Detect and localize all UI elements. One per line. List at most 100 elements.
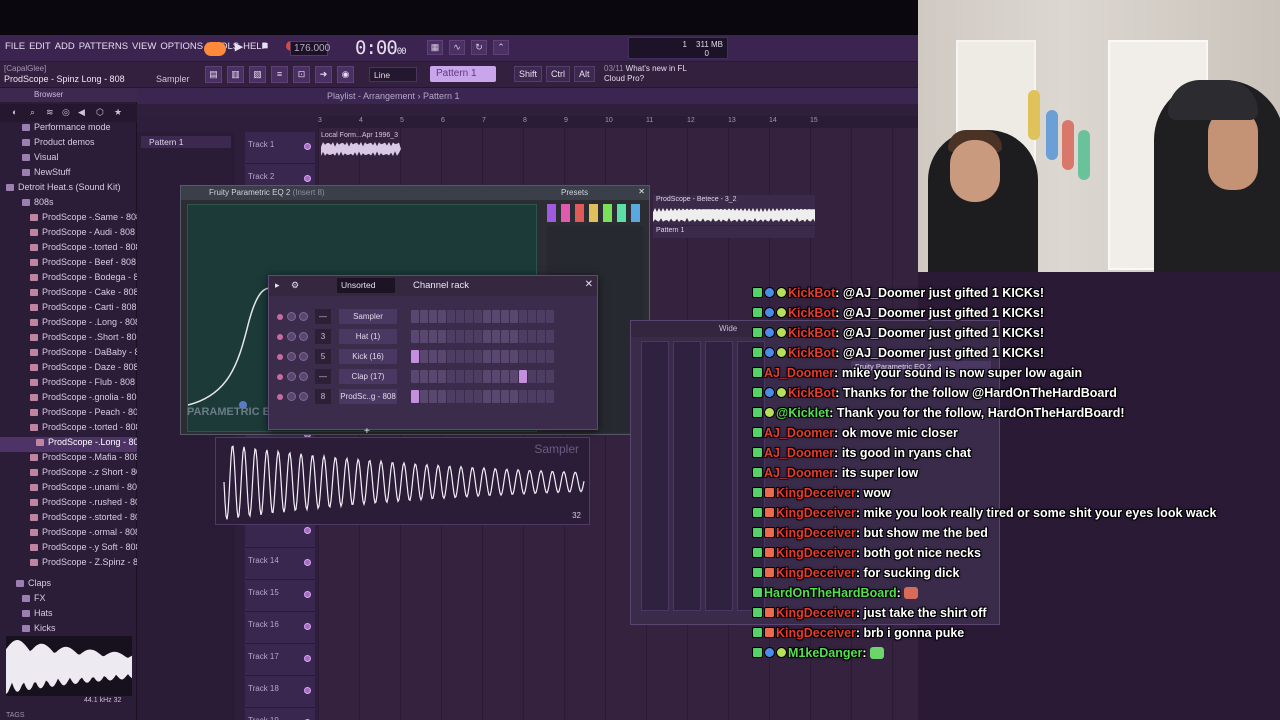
pan-knob[interactable] — [287, 332, 296, 341]
browser-file-item[interactable]: ProdScope -.storted - 808 — [0, 512, 137, 527]
chat-username[interactable]: KickBot — [788, 306, 835, 320]
step-button[interactable] — [438, 370, 446, 383]
channel-rack-icon[interactable]: ▧ — [249, 66, 266, 83]
step-button[interactable] — [465, 310, 473, 323]
step-button[interactable] — [501, 390, 509, 403]
track-header[interactable]: Track 18 — [245, 676, 315, 708]
volume-knob[interactable] — [299, 392, 308, 401]
eq-band-selector[interactable] — [589, 204, 598, 222]
browser-file-item[interactable]: ProdScope -.Same - 808 — [0, 212, 137, 227]
eq-band-selector[interactable] — [603, 204, 612, 222]
chat-username[interactable]: KickBot — [788, 386, 835, 400]
track-enable-dot[interactable] — [304, 527, 311, 534]
chat-username[interactable]: AJ_Doomer — [764, 426, 834, 440]
browser-folder-item[interactable]: Claps — [0, 578, 137, 593]
song-mode-toggle[interactable] — [204, 42, 226, 56]
track-enable-dot[interactable] — [304, 655, 311, 662]
menu-patterns[interactable]: PATTERNS — [79, 41, 128, 52]
track-header[interactable]: Track 16 — [245, 612, 315, 644]
step-button[interactable] — [429, 330, 437, 343]
track-enable-dot[interactable] — [304, 687, 311, 694]
step-button[interactable] — [501, 350, 509, 363]
stop-icon[interactable]: ■ — [258, 39, 272, 53]
step-button[interactable] — [456, 390, 464, 403]
volume-knob[interactable] — [299, 312, 308, 321]
mic-icon[interactable]: ◉ — [337, 66, 354, 83]
chat-username[interactable]: M1keDanger — [788, 646, 862, 660]
browser-file-item[interactable]: ProdScope -.Long - 808 — [0, 437, 137, 452]
chat-username[interactable]: HardOnTheHardBoard — [764, 586, 897, 600]
step-button[interactable] — [483, 390, 491, 403]
browser-file-item[interactable]: ProdScope -.torted - 808 — [0, 422, 137, 437]
browser-file-item[interactable]: ProdScope - Cake - 808 — [0, 287, 137, 302]
track-enable-dot[interactable] — [304, 559, 311, 566]
step-button[interactable] — [519, 350, 527, 363]
step-button[interactable] — [420, 350, 428, 363]
channel-name-button[interactable]: ProdSc..g - 808 — [339, 389, 397, 404]
step-button[interactable] — [528, 370, 536, 383]
clip-sample[interactable]: ProdScope - Betece - 3_2 — [653, 195, 815, 225]
step-button[interactable] — [519, 310, 527, 323]
browser-file-item[interactable]: ProdScope - .Long - 808 — [0, 317, 137, 332]
menu-view[interactable]: VIEW — [132, 41, 156, 52]
step-button[interactable] — [447, 350, 455, 363]
eq-band-selector[interactable] — [631, 204, 640, 222]
channel-name-button[interactable]: Hat (1) — [339, 329, 397, 344]
step-edit-icon[interactable]: ⌃ — [493, 40, 509, 55]
channel-name-button[interactable]: Kick (16) — [339, 349, 397, 364]
browser-file-item[interactable]: ProdScope - DaBaby - 808 — [0, 347, 137, 362]
channel-row[interactable]: — Sampler — [275, 308, 595, 326]
step-button[interactable] — [501, 370, 509, 383]
menu-file[interactable]: FILE — [5, 41, 25, 52]
browser-file-item[interactable]: ProdScope -.y Soft - 808 — [0, 542, 137, 557]
channel-mute-led[interactable] — [277, 334, 283, 340]
piano-roll-icon[interactable]: ▥ — [227, 66, 244, 83]
play-icon[interactable]: ▶ — [232, 39, 246, 53]
browser-file-item[interactable]: ProdScope - Flub - 808 — [0, 377, 137, 392]
step-button[interactable] — [411, 350, 419, 363]
step-button[interactable] — [546, 370, 554, 383]
chat-username[interactable]: KickBot — [788, 286, 835, 300]
mixer-strip-1[interactable] — [673, 341, 701, 611]
browser-file-item[interactable]: ProdScope -.z Short - 808 — [0, 467, 137, 482]
pattern-selector[interactable]: Pattern 1 — [430, 66, 496, 82]
step-button[interactable] — [429, 390, 437, 403]
browser-folder-item[interactable]: Performance mode — [0, 122, 137, 137]
countdown-icon[interactable]: ∿ — [449, 40, 465, 55]
step-button[interactable] — [492, 350, 500, 363]
browser-folder-item[interactable]: FX — [0, 593, 137, 608]
step-button[interactable] — [546, 310, 554, 323]
pan-knob[interactable] — [287, 352, 296, 361]
news-panel[interactable]: 03/11 What's new in FL Cloud Pro? — [604, 64, 687, 84]
browser-folder-item[interactable]: Hats — [0, 608, 137, 623]
browser-folder-item[interactable]: Detroit Heat.s (Sound Kit) — [0, 182, 137, 197]
step-button[interactable] — [456, 310, 464, 323]
eq-presets[interactable]: Presets — [561, 188, 588, 197]
chat-username[interactable]: KingDeceiver — [776, 506, 856, 520]
channel-mute-led[interactable] — [277, 354, 283, 360]
browser-folder-item[interactable]: 808s — [0, 197, 137, 212]
filter-icon[interactable]: ≋ — [46, 107, 57, 118]
browser-file-item[interactable]: ProdScope - Z.Spinz - 808 — [0, 557, 137, 572]
track-header[interactable]: Track 15 — [245, 580, 315, 612]
metronome-icon[interactable]: ▦ — [427, 40, 443, 55]
browser-file-item[interactable]: ProdScope -.torted - 808 — [0, 242, 137, 257]
browser-file-item[interactable]: ProdScope - Bodega - 808 — [0, 272, 137, 287]
step-button[interactable] — [528, 390, 536, 403]
track-header[interactable]: Track 19 — [245, 708, 315, 720]
alt-button[interactable]: Alt — [574, 66, 595, 82]
step-button[interactable] — [546, 390, 554, 403]
chat-username[interactable]: @Kicklet — [776, 406, 829, 420]
step-button[interactable] — [411, 330, 419, 343]
track-header[interactable]: Track 17 — [245, 644, 315, 676]
step-button[interactable] — [438, 310, 446, 323]
step-button[interactable] — [546, 350, 554, 363]
chat-username[interactable]: KickBot — [788, 346, 835, 360]
chat-username[interactable]: AJ_Doomer — [764, 466, 834, 480]
step-button[interactable] — [528, 310, 536, 323]
channel-row[interactable]: 8 ProdSc..g - 808 — [275, 388, 595, 406]
channel-name-button[interactable]: Sampler — [339, 309, 397, 324]
rack-settings-icon[interactable]: ⚙ — [291, 280, 299, 291]
clip-audio[interactable]: Local Form...Apr 1996_3 — [321, 132, 407, 162]
pan-knob[interactable] — [287, 392, 296, 401]
